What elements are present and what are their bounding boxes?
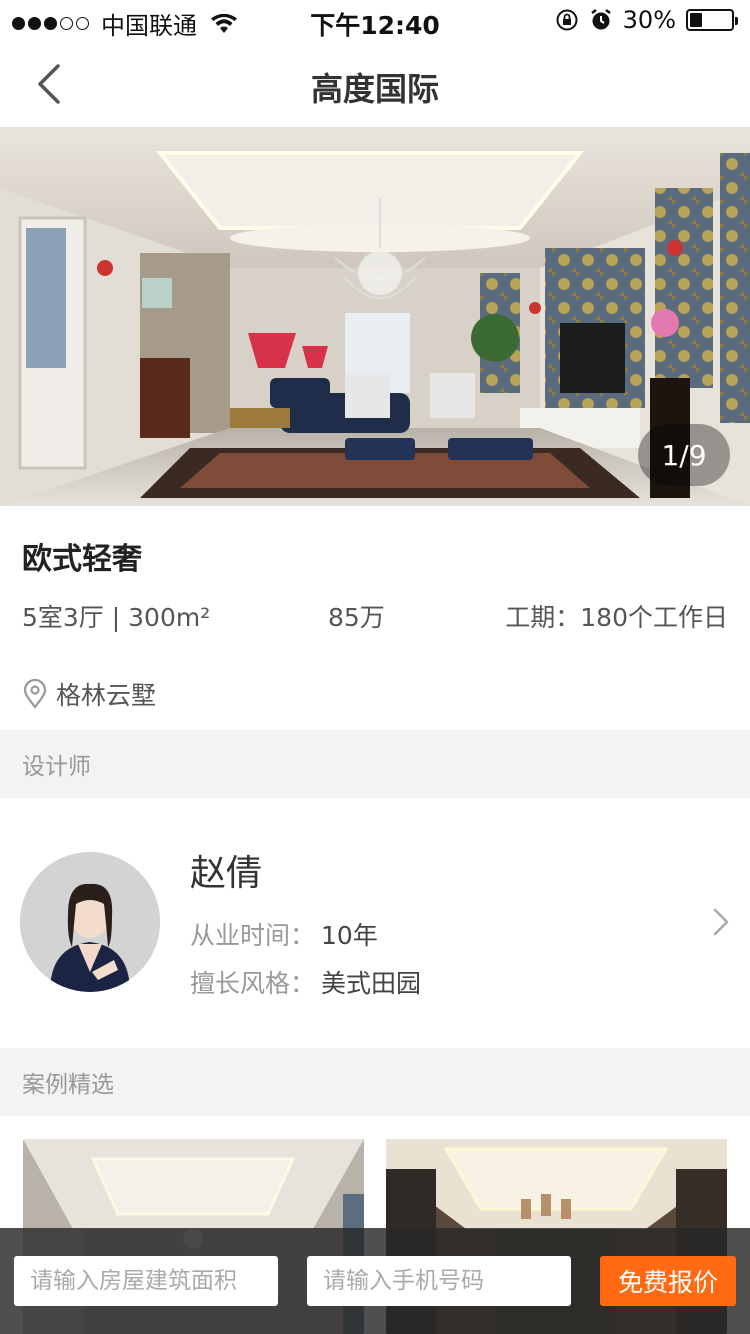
alarm-icon	[590, 9, 611, 30]
experience-value: 10年	[321, 921, 378, 950]
quote-bar: 免费报价	[0, 1228, 750, 1334]
location-text: 格林云墅	[56, 681, 157, 710]
chevron-right-icon	[713, 908, 729, 936]
orientation-lock-icon	[556, 9, 578, 31]
project-price: 85万	[328, 603, 385, 632]
page-title: 高度国际	[310, 70, 439, 108]
designer-card[interactable]: 赵倩 从业时间： 10年 擅长风格： 美式田园	[0, 798, 750, 1048]
photo-counter: 1/9	[638, 424, 730, 486]
battery-icon	[686, 9, 738, 31]
status-bar: 中国联通 下午12:40 30%	[0, 0, 750, 40]
phone-input[interactable]	[307, 1256, 571, 1306]
status-right: 30%	[555, 6, 738, 34]
designer-photo	[20, 852, 160, 992]
navigation-bar: 高度国际	[0, 40, 750, 128]
project-photo-carousel[interactable]: 1/9	[0, 128, 750, 506]
battery-percent: 30%	[622, 6, 676, 34]
experience-label: 从业时间：	[190, 921, 316, 950]
location-pin-icon	[23, 679, 47, 709]
avatar	[20, 852, 160, 992]
free-quote-button[interactable]: 免费报价	[600, 1256, 736, 1306]
style-value: 美式田园	[321, 969, 422, 998]
style-label: 擅长风格：	[190, 969, 316, 998]
project-location: 格林云墅	[22, 676, 156, 712]
section-header-designer: 设计师	[0, 730, 750, 798]
designer-style: 擅长风格： 美式田园	[190, 964, 421, 1000]
section-header-cases: 案例精选	[0, 1048, 750, 1116]
project-title: 欧式轻奢	[22, 542, 142, 577]
project-info: 欧式轻奢 5室3厅 | 300m² 85万 工期：180个工作日 格林云墅	[0, 506, 750, 730]
designer-experience: 从业时间： 10年	[190, 916, 378, 952]
area-input[interactable]	[14, 1256, 278, 1306]
project-area: 5室3厅 | 300m²	[22, 603, 211, 632]
designer-name: 赵倩	[190, 853, 263, 894]
project-period: 工期：180个工作日	[505, 603, 728, 632]
